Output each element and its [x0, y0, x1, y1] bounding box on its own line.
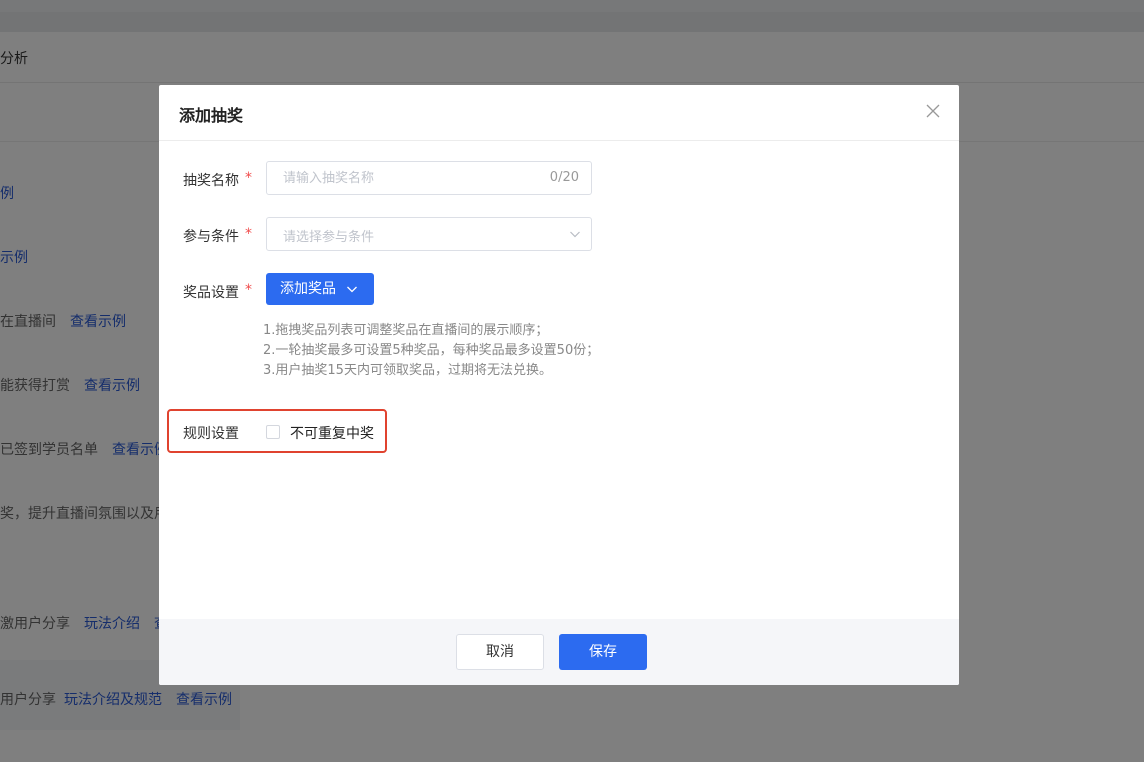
prize-settings-label: 奖品设置 *: [183, 282, 252, 301]
dialog-header: 添加抽奖: [159, 85, 959, 141]
participation-condition-select[interactable]: 请选择参与条件: [266, 217, 592, 251]
lottery-name-label: 抽奖名称 *: [183, 170, 252, 189]
required-mark: *: [245, 226, 252, 242]
add-lottery-dialog: 添加抽奖 抽奖名称* 0/20 参与条件* 请选择参与条件 奖品设置* 添加奖品…: [159, 85, 959, 685]
rule-settings-label: 规则设置: [183, 426, 239, 442]
no-repeat-win-checkbox[interactable]: [266, 425, 280, 439]
close-icon[interactable]: [925, 103, 941, 119]
prize-hint-line: 2.一轮抽奖最多可设置5种奖品，每种奖品最多设置50份；: [263, 343, 600, 358]
lottery-name-field[interactable]: 0/20: [266, 161, 592, 195]
chevron-down-icon: [570, 231, 580, 238]
select-placeholder: 请选择参与条件: [283, 230, 375, 245]
prize-hint-line: 3.用户抽奖15天内可领取奖品，过期将无法兑换。: [263, 363, 552, 378]
prize-hint-line: 1.拖拽奖品列表可调整奖品在直播间的展示顺序；: [263, 323, 549, 338]
char-counter: 0/20: [549, 170, 579, 185]
dialog-title: 添加抽奖: [179, 106, 244, 125]
lottery-name-input[interactable]: [267, 162, 543, 194]
required-mark: *: [245, 170, 252, 186]
participation-condition-label: 参与条件 *: [183, 226, 252, 245]
cancel-button[interactable]: 取消: [456, 634, 544, 670]
add-prize-button[interactable]: 添加奖品: [266, 273, 374, 305]
dialog-footer: 取消 保存: [159, 619, 959, 685]
chevron-down-icon: [347, 286, 357, 293]
save-button[interactable]: 保存: [559, 634, 647, 670]
no-repeat-win-label[interactable]: 不可重复中奖: [290, 423, 374, 443]
required-mark: *: [245, 282, 252, 298]
